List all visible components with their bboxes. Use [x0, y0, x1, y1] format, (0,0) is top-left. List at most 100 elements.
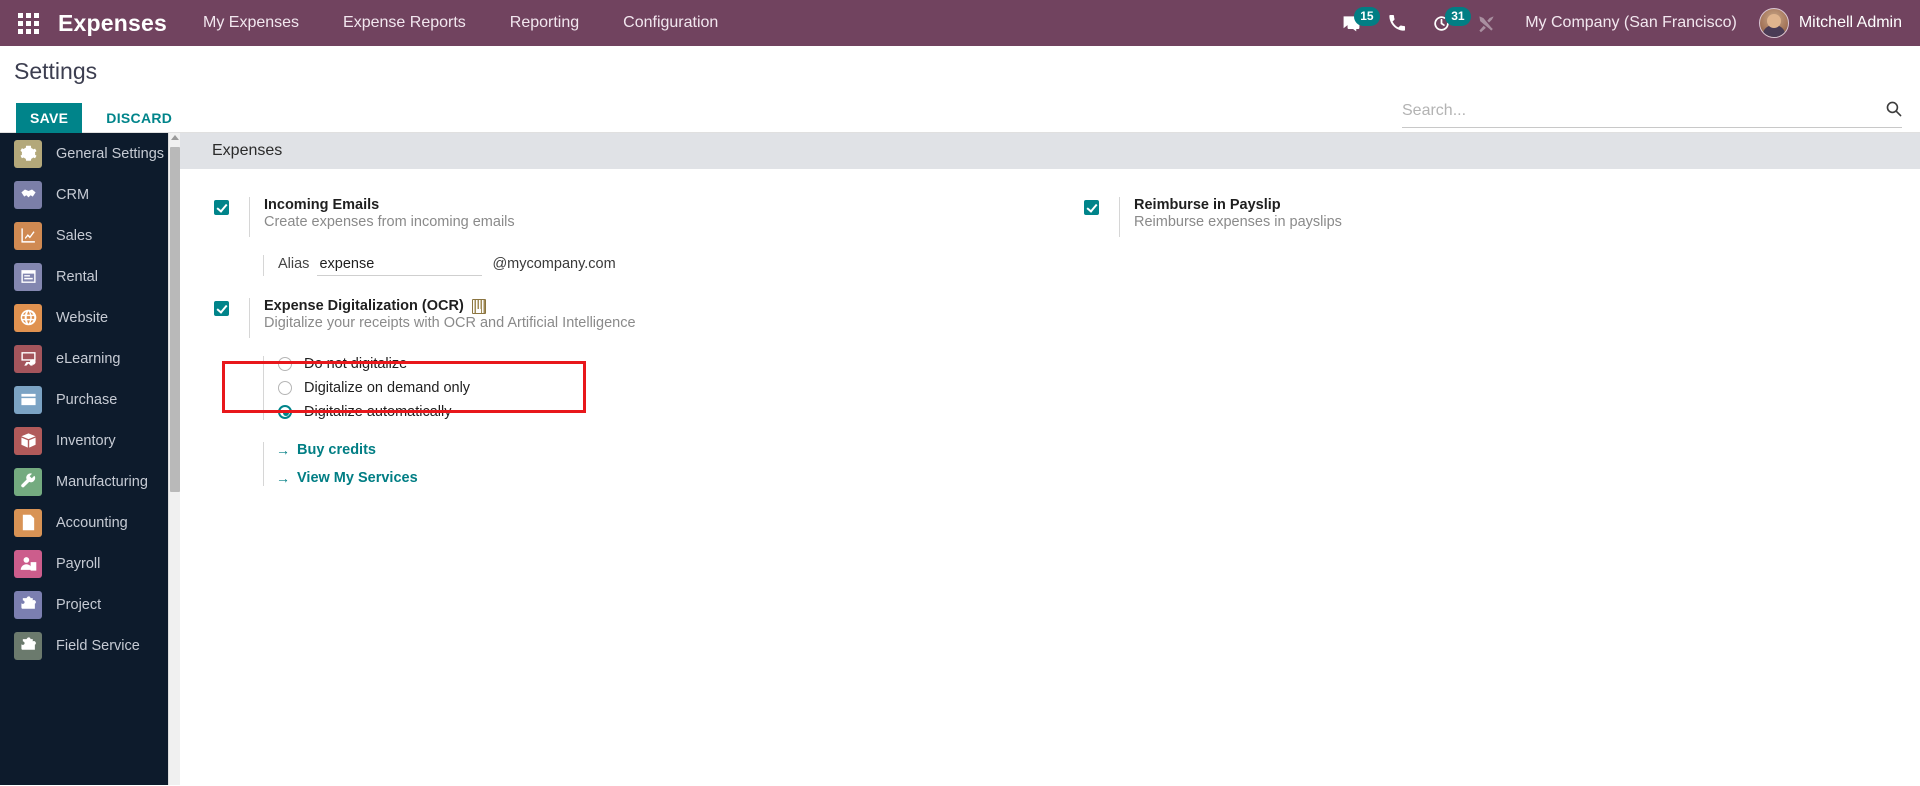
ocr-radio-1[interactable]	[278, 381, 292, 395]
chart-line-icon	[14, 221, 42, 250]
sidebar-item-inventory[interactable]: Inventory	[0, 420, 180, 461]
arrow-right-icon-1: →	[276, 470, 290, 486]
activities-menu[interactable]: 31	[1419, 0, 1471, 46]
sidebar-item-label: Field Service	[56, 637, 140, 654]
sidebar-item-elearning[interactable]: eLearning	[0, 338, 180, 379]
sidebar-item-label: CRM	[56, 186, 90, 203]
calendar-icon	[14, 262, 42, 291]
setting-alias-row: Alias @mycompany.com	[214, 255, 1026, 276]
developer-tools-menu[interactable]	[1464, 0, 1509, 46]
sidebar-item-website[interactable]: Website	[0, 297, 180, 338]
sidebar-item-label: Accounting	[56, 514, 128, 531]
enterprise-badge-icon	[471, 298, 486, 314]
sidebar-item-field-service[interactable]: Field Service	[0, 625, 180, 666]
settings-main-panel: Expenses Incoming Emails Create expenses…	[180, 133, 1920, 785]
wrench-screwdriver-icon	[1477, 14, 1496, 33]
messages-menu[interactable]: 15	[1328, 0, 1380, 46]
sidebar-item-project[interactable]: Project	[0, 584, 180, 625]
ocr-checkbox[interactable]	[214, 301, 229, 316]
menu-configuration[interactable]: Configuration	[601, 0, 740, 46]
settings-right-column: Reimburse in Payslip Reimburse expenses …	[1050, 197, 1920, 498]
search-icon[interactable]	[1885, 100, 1902, 122]
sidebar-item-label: Inventory	[56, 432, 116, 449]
settings-block-title: Expenses	[180, 133, 1920, 169]
settings-left-column: Incoming Emails Create expenses from inc…	[180, 197, 1050, 498]
alias-inner: Alias @mycompany.com	[263, 255, 616, 276]
ocr-option-do-not-digitalize[interactable]: Do not digitalize	[278, 356, 1026, 372]
reimburse-label: Reimburse in Payslip	[1134, 197, 1281, 213]
sidebar-item-purchase[interactable]: Purchase	[0, 379, 180, 420]
reimburse-text: Reimburse in Payslip Reimburse expenses …	[1119, 197, 1342, 237]
sidebar-item-general-settings[interactable]: General Settings	[0, 133, 180, 174]
sidebar-item-payroll[interactable]: Payroll	[0, 543, 180, 584]
ocr-option-label-2: Digitalize automatically	[304, 404, 452, 420]
ocr-radio-2[interactable]	[278, 405, 292, 419]
scrollbar-thumb[interactable]	[170, 147, 180, 492]
ocr-option-label-1: Digitalize on demand only	[304, 380, 471, 396]
sidebar-item-sales[interactable]: Sales	[0, 215, 180, 256]
ocr-radio-0[interactable]	[278, 357, 292, 371]
puzzle-icon	[14, 590, 42, 619]
sidebar-item-label: Manufacturing	[56, 473, 148, 490]
sidebar-item-label: eLearning	[56, 350, 121, 367]
ocr-option-on-demand[interactable]: Digitalize on demand only	[278, 380, 1026, 396]
apps-menu-toggle[interactable]	[0, 0, 56, 46]
save-button[interactable]: SAVE	[16, 103, 83, 133]
incoming-emails-help: Create expenses from incoming emails	[264, 214, 515, 230]
buy-credits-label: Buy credits	[297, 442, 376, 458]
app-brand-title[interactable]: Expenses	[56, 10, 181, 37]
searchview[interactable]	[1402, 100, 1902, 128]
sidebar-scrollbar[interactable]	[168, 133, 180, 785]
sidebar-item-manufacturing[interactable]: Manufacturing	[0, 461, 180, 502]
ocr-radio-group-inner: Do not digitalize Digitalize on demand o…	[263, 356, 1026, 420]
incoming-emails-checkbox[interactable]	[214, 200, 229, 215]
sidebar-item-label: Website	[56, 309, 109, 326]
incoming-emails-label: Incoming Emails	[264, 197, 380, 213]
phone-menu[interactable]	[1375, 0, 1419, 46]
menu-expense-reports[interactable]: Expense Reports	[321, 0, 488, 46]
sidebar-item-label: Project	[56, 596, 102, 613]
sidebar-item-accounting[interactable]: Accounting	[0, 502, 180, 543]
alias-input[interactable]	[317, 255, 483, 276]
company-switcher[interactable]: My Company (San Francisco)	[1509, 14, 1753, 32]
alias-domain-label: @mycompany.com	[492, 256, 616, 272]
reimburse-checkbox[interactable]	[1084, 200, 1099, 215]
view-my-services-link[interactable]: → View My Services	[276, 470, 1026, 486]
ocr-text: Expense Digitalization (OCR) Digitalize …	[249, 298, 636, 338]
handshake-icon	[14, 180, 42, 209]
ocr-radio-group: Do not digitalize Digitalize on demand o…	[214, 356, 1026, 420]
credit-card-icon	[14, 385, 42, 414]
phone-icon	[1388, 14, 1406, 32]
setting-expense-digitalization: Expense Digitalization (OCR) Digitalize …	[214, 298, 1026, 338]
gear-icon	[14, 139, 42, 168]
reimburse-help: Reimburse expenses in payslips	[1134, 214, 1342, 230]
sidebar-item-crm[interactable]: CRM	[0, 174, 180, 215]
search-input[interactable]	[1402, 102, 1877, 120]
navbar-right-group: 15 31 My Company (San Francisco) Mitchel…	[1328, 0, 1902, 46]
apps-grid-icon	[17, 12, 39, 34]
sidebar-item-label: General Settings	[56, 145, 165, 162]
menu-my-expenses[interactable]: My Expenses	[181, 0, 321, 46]
buy-credits-link[interactable]: → Buy credits	[276, 442, 1026, 458]
invoice-icon	[14, 508, 42, 537]
avatar	[1758, 8, 1789, 38]
sidebar-item-rental[interactable]: Rental	[0, 256, 180, 297]
menu-reporting[interactable]: Reporting	[488, 0, 601, 46]
discard-button[interactable]: DISCARD	[92, 103, 186, 133]
presentation-icon	[14, 344, 42, 373]
user-name-label: Mitchell Admin	[1798, 14, 1902, 31]
user-menu[interactable]: Mitchell Admin	[1753, 8, 1902, 38]
sidebar-item-label: Rental	[56, 268, 98, 285]
ocr-option-automatic[interactable]: Digitalize automatically	[278, 404, 1026, 420]
control-panel: Settings SAVE DISCARD	[0, 46, 1920, 133]
settings-body: General Settings CRM Sales Rental Website eLe…	[0, 133, 1920, 785]
scroll-up-arrow-icon[interactable]	[171, 135, 179, 140]
arrow-right-icon-0: →	[276, 442, 290, 458]
ocr-help: Digitalize your receipts with OCR and Ar…	[264, 315, 636, 331]
ocr-label-wrap: Expense Digitalization (OCR)	[264, 298, 636, 314]
ocr-links-inner: → Buy credits → View My Services	[263, 442, 1026, 486]
incoming-emails-text: Incoming Emails Create expenses from inc…	[249, 197, 515, 237]
sidebar-item-label: Sales	[56, 227, 93, 244]
control-panel-buttons: SAVE DISCARD	[16, 103, 186, 133]
box-icon	[14, 426, 42, 455]
